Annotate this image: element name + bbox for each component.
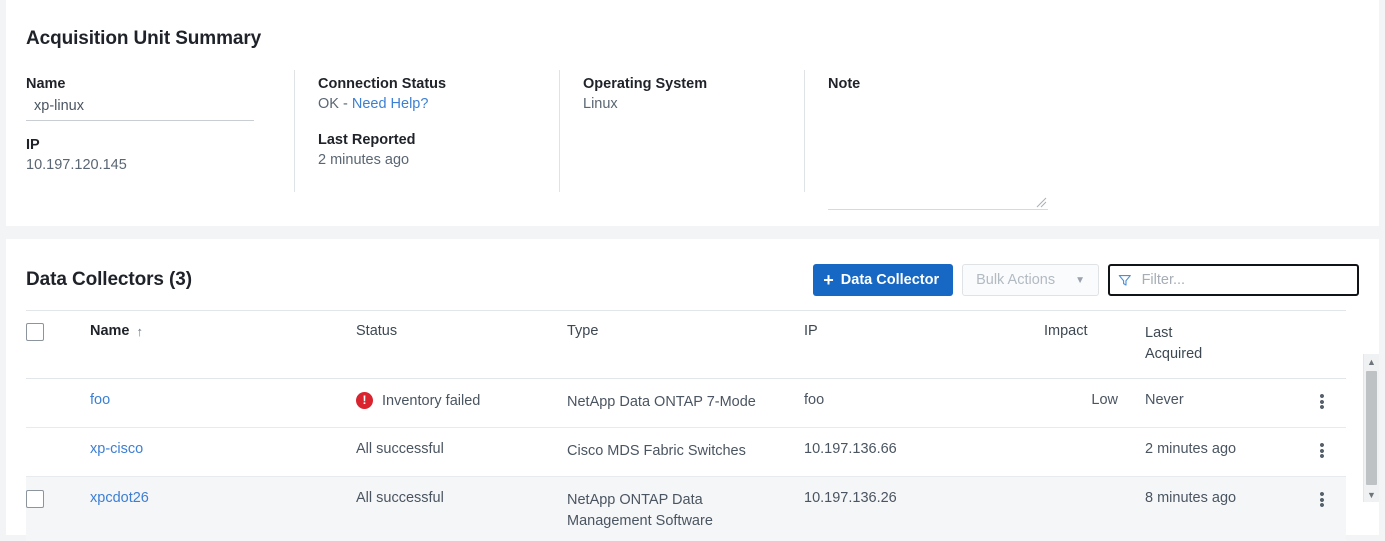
- filter-input[interactable]: [1140, 271, 1349, 289]
- header-ip[interactable]: IP: [804, 311, 1044, 379]
- table-header-row: Name ↑ Status Type IP Impact Last Acquir…: [26, 311, 1346, 379]
- connection-status-label: Connection Status: [318, 76, 535, 92]
- header-name[interactable]: Name ↑: [90, 311, 356, 379]
- row-status-cell: All successful: [356, 428, 567, 477]
- ip-block: IP 10.197.120.145: [26, 137, 270, 173]
- add-data-collector-label: Data Collector: [841, 272, 939, 288]
- data-collectors-card: Data Collectors (3) + Data Collector Bul…: [6, 239, 1379, 535]
- page-root: Acquisition Unit Summary Name IP 10.197.…: [0, 0, 1385, 541]
- row-status-cell: All successful: [356, 477, 567, 541]
- row-name-cell: xp-cisco: [90, 428, 356, 477]
- row-ip-cell: 10.197.136.26: [804, 477, 1044, 541]
- ip-value: 10.197.120.145: [26, 157, 270, 173]
- row-last-acquired-cell: 8 minutes ago: [1145, 477, 1312, 541]
- card-gap: [0, 226, 1385, 239]
- header-last-acquired[interactable]: Last Acquired: [1145, 311, 1312, 379]
- summary-column-name: Name IP 10.197.120.145: [26, 76, 294, 204]
- row-type-cell: NetApp Data ONTAP 7-Mode: [567, 379, 804, 428]
- row-actions-cell: •••: [1312, 379, 1346, 428]
- row-type-line1: NetApp ONTAP Data: [567, 492, 703, 508]
- header-name-label: Name: [90, 323, 130, 339]
- table-row[interactable]: foo ! Inventory failed NetApp Data ONTAP…: [26, 379, 1346, 428]
- row-type-line2: Management Software: [567, 513, 713, 529]
- summary-column-connection: Connection Status OK - Need Help? Last R…: [294, 76, 559, 204]
- note-area: [828, 126, 1048, 210]
- row-ip-cell: foo: [804, 379, 1044, 428]
- need-help-link[interactable]: Need Help?: [352, 96, 429, 112]
- row-last-acquired-cell: Never: [1145, 379, 1312, 428]
- row-impact-cell: Low: [1044, 379, 1145, 428]
- status-text: All successful: [356, 490, 444, 506]
- header-impact[interactable]: Impact: [1044, 311, 1145, 379]
- collector-name-link[interactable]: foo: [90, 392, 110, 408]
- row-checkbox[interactable]: [26, 490, 44, 508]
- chevron-down-icon: ▼: [1075, 275, 1085, 286]
- data-collectors-header: Data Collectors (3) + Data Collector Bul…: [6, 239, 1379, 299]
- row-actions-cell: •••: [1312, 477, 1346, 541]
- data-collectors-table: Name ↑ Status Type IP Impact Last Acquir…: [26, 310, 1346, 541]
- select-all-checkbox[interactable]: [26, 323, 44, 341]
- acquisition-unit-summary-card: Acquisition Unit Summary Name IP 10.197.…: [6, 0, 1379, 226]
- row-actions-cell: •••: [1312, 428, 1346, 477]
- table-row[interactable]: xp-cisco All successful Cisco MDS Fabric…: [26, 428, 1346, 477]
- bulk-actions-label: Bulk Actions: [976, 272, 1055, 288]
- row-name-cell: xpcdot26: [90, 477, 356, 541]
- page-title: Acquisition Unit Summary: [6, 0, 1379, 50]
- connection-status-text: OK -: [318, 96, 352, 112]
- row-type-cell: NetApp ONTAP Data Management Software: [567, 477, 804, 541]
- collector-name-link[interactable]: xp-cisco: [90, 441, 143, 457]
- row-last-acquired-cell: 2 minutes ago: [1145, 428, 1312, 477]
- scroll-up-arrow-icon[interactable]: ▲: [1364, 354, 1379, 369]
- header-status[interactable]: Status: [356, 311, 567, 379]
- ip-label: IP: [26, 137, 270, 153]
- row-select-cell: [26, 477, 90, 541]
- row-status-cell: ! Inventory failed: [356, 379, 567, 428]
- operating-system-label: Operating System: [583, 76, 780, 92]
- sort-ascending-icon: ↑: [137, 324, 144, 339]
- note-label: Note: [828, 76, 1340, 92]
- last-reported-value: 2 minutes ago: [318, 152, 535, 168]
- header-actions: [1312, 311, 1346, 379]
- row-impact-cell: [1044, 477, 1145, 541]
- name-input[interactable]: [26, 96, 254, 121]
- kebab-menu-icon[interactable]: •••: [1312, 392, 1332, 411]
- plus-icon: +: [823, 271, 834, 289]
- row-name-cell: foo: [90, 379, 356, 428]
- data-collectors-table-wrap: Name ↑ Status Type IP Impact Last Acquir…: [26, 310, 1359, 541]
- table-row[interactable]: xpcdot26 All successful NetApp ONTAP Dat…: [26, 477, 1346, 541]
- row-ip-cell: 10.197.136.66: [804, 428, 1044, 477]
- status-text: Inventory failed: [382, 393, 480, 409]
- collector-name-link[interactable]: xpcdot26: [90, 490, 149, 506]
- header-last-acquired-line2: Acquired: [1145, 346, 1202, 362]
- header-select-all: [26, 311, 90, 379]
- table-scrollbar[interactable]: ▲ ▼: [1363, 354, 1379, 502]
- data-collectors-title: Data Collectors (3): [26, 269, 813, 291]
- summary-column-note: Note: [804, 76, 1364, 204]
- row-select-cell: [26, 428, 90, 477]
- header-type[interactable]: Type: [567, 311, 804, 379]
- note-textarea[interactable]: [828, 126, 1048, 210]
- collectors-toolbar: + Data Collector Bulk Actions ▼: [813, 264, 1359, 296]
- row-select-cell: [26, 379, 90, 428]
- name-label: Name: [26, 76, 270, 92]
- summary-fields-row: Name IP 10.197.120.145 Connection Status…: [6, 76, 1379, 204]
- last-reported-label: Last Reported: [318, 132, 535, 148]
- row-type-cell: Cisco MDS Fabric Switches: [567, 428, 804, 477]
- connection-status-value: OK - Need Help?: [318, 96, 535, 112]
- row-impact-cell: [1044, 428, 1145, 477]
- status-text: All successful: [356, 441, 444, 457]
- bulk-actions-button[interactable]: Bulk Actions ▼: [962, 264, 1099, 296]
- scroll-down-arrow-icon[interactable]: ▼: [1364, 487, 1379, 502]
- summary-column-os: Operating System Linux: [559, 76, 804, 204]
- error-icon: !: [356, 392, 373, 409]
- filter-box[interactable]: [1108, 264, 1359, 296]
- add-data-collector-button[interactable]: + Data Collector: [813, 264, 953, 296]
- kebab-menu-icon[interactable]: •••: [1312, 441, 1332, 460]
- operating-system-value: Linux: [583, 96, 780, 112]
- scrollbar-thumb[interactable]: [1366, 371, 1377, 485]
- funnel-icon: [1118, 273, 1132, 288]
- header-last-acquired-line1: Last: [1145, 325, 1172, 341]
- kebab-menu-icon[interactable]: •••: [1312, 490, 1332, 509]
